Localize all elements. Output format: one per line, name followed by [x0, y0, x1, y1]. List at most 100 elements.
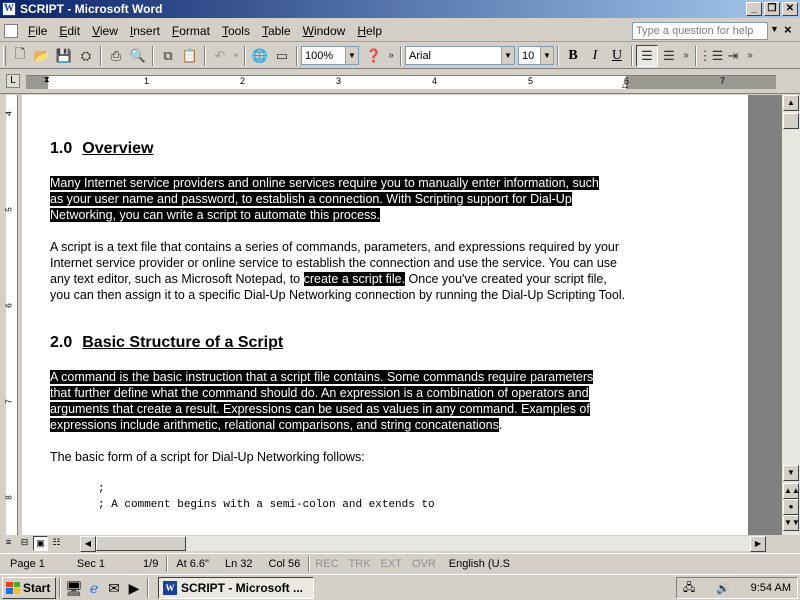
indent-icon[interactable]: ⇥ — [722, 45, 744, 67]
code-line: ; A comment begins with a semi-colon and… — [98, 499, 435, 511]
toolbar-grip[interactable] — [3, 45, 6, 66]
print-icon[interactable]: ⎙ — [105, 45, 127, 67]
status-rec[interactable]: REC — [310, 558, 343, 570]
menu-format[interactable]: Format — [166, 24, 216, 38]
media-player-icon[interactable]: ▶ — [124, 578, 144, 598]
word-task-icon: W — [163, 580, 177, 595]
scroll-left-icon[interactable]: ◀ — [80, 536, 96, 552]
toolbar-overflow-2-icon[interactable]: » — [680, 45, 692, 67]
status-ovr[interactable]: OVR — [407, 558, 441, 570]
outline-view-icon[interactable]: ☷ — [49, 536, 64, 551]
horizontal-ruler[interactable]: ⧗ △ 1 2 3 4 5 6 7 — [26, 75, 776, 89]
volume-icon[interactable]: 🔊 — [716, 582, 730, 595]
normal-view-icon[interactable]: ≡ — [1, 536, 16, 551]
menu-table[interactable]: Table — [256, 24, 297, 38]
copy-icon[interactable]: ⧉ — [157, 45, 179, 67]
print-layout-icon[interactable]: ▣ — [33, 536, 48, 551]
start-button[interactable]: Start — [2, 576, 56, 599]
horizontal-scroll-thumb[interactable] — [96, 536, 186, 551]
vruler-number: 6 — [4, 303, 14, 308]
document-icon[interactable] — [4, 23, 18, 38]
scroll-up-icon[interactable]: ▲ — [783, 95, 799, 111]
ruler-number: 7 — [720, 76, 726, 86]
undo-icon[interactable]: ↶ — [209, 45, 231, 67]
status-trk[interactable]: TRK — [344, 558, 376, 570]
toolbar-overflow-3-icon[interactable]: » — [744, 45, 756, 67]
document-page[interactable]: 1.0 Overview Many Internet service provid… — [22, 95, 748, 535]
ruler-number: 1 — [144, 76, 150, 86]
horizontal-scrollbar-row: ≡ ⊟ ▣ ☷ ◀ ▶ — [0, 535, 800, 552]
undo-dropdown-icon[interactable]: ▾ — [231, 45, 241, 67]
zoom-select[interactable]: 100% ▼ — [301, 46, 359, 65]
document-content[interactable]: 1.0 Overview Many Internet service provid… — [50, 141, 630, 513]
horizontal-scrollbar[interactable]: ◀ ▶ — [80, 536, 766, 552]
close-button[interactable]: ✕ — [782, 2, 798, 16]
italic-button[interactable]: I — [584, 48, 606, 64]
minimize-button[interactable]: _ — [746, 2, 762, 16]
help-dropdown-arrow-icon[interactable]: ▼ — [770, 24, 779, 34]
internet-explorer-icon[interactable]: ℯ — [84, 578, 104, 598]
document-close-icon[interactable]: × — [784, 22, 792, 37]
menu-tools[interactable]: Tools — [216, 24, 256, 38]
title-bar: W SCRIPT - Microsoft Word _ ❐ ✕ — [0, 0, 800, 18]
paragraph-script-definition: A script is a text file that contains a … — [50, 240, 626, 302]
status-ext[interactable]: EXT — [376, 558, 407, 570]
tab-selector-icon[interactable]: L — [6, 74, 20, 88]
clock[interactable]: 9:54 AM — [751, 582, 791, 594]
align-left-icon[interactable]: ☰ — [636, 44, 658, 67]
heading-basic-structure: 2.0 Basic Structure of a Script — [50, 334, 284, 351]
horizontal-ruler-row: L ⧗ △ 1 2 3 4 5 6 7 — [0, 70, 800, 94]
menu-view[interactable]: View — [86, 24, 124, 38]
align-center-icon[interactable]: ☰ — [658, 45, 680, 67]
help-question-input[interactable]: Type a question for help — [632, 22, 768, 40]
menu-edit[interactable]: Edit — [53, 24, 86, 38]
menu-help[interactable]: Help — [351, 24, 388, 38]
paste-icon[interactable]: 📋 — [179, 45, 201, 67]
toolbar: 🗋 📂 💾 ⛭ ⎙ 🔍 ⧉ 📋 ↶ ▾ 🌐 ▭ 100% ▼ ❓ » Arial… — [0, 43, 800, 69]
permission-icon[interactable]: ⛭ — [75, 45, 97, 67]
menu-insert[interactable]: Insert — [124, 24, 166, 38]
previous-page-icon[interactable]: ▲▲ — [783, 483, 800, 499]
ruler-number: 6 — [624, 76, 630, 86]
outlook-express-icon[interactable]: ✉ — [104, 578, 124, 598]
restore-button[interactable]: ❐ — [764, 2, 780, 16]
help-icon[interactable]: ❓ — [363, 45, 385, 67]
scroll-right-icon[interactable]: ▶ — [750, 536, 766, 552]
underline-button[interactable]: U — [606, 48, 628, 64]
word-app-icon[interactable]: W — [2, 2, 16, 16]
heading-overview: 1.0 Overview — [50, 140, 154, 157]
status-language[interactable]: English (U.S — [441, 558, 518, 570]
font-size-select[interactable]: 10 ▼ — [518, 46, 554, 65]
web-icon[interactable]: 🌐 — [249, 45, 271, 67]
open-folder-icon[interactable]: 📂 — [31, 45, 53, 67]
bullets-icon[interactable]: ⋮☰ — [699, 45, 724, 67]
bold-button[interactable]: B — [562, 48, 584, 64]
font-dropdown-icon[interactable]: ▼ — [501, 47, 514, 64]
left-indent-marker-icon[interactable]: ⧗ — [44, 75, 52, 89]
font-size-dropdown-icon[interactable]: ▼ — [540, 47, 553, 64]
toolbar-overflow-icon[interactable]: » — [385, 45, 397, 67]
zoom-dropdown-icon[interactable]: ▼ — [345, 47, 358, 64]
menu-file[interactable]: File — [22, 24, 53, 38]
table-icon[interactable]: ▭ — [271, 45, 293, 67]
font-select[interactable]: Arial ▼ — [405, 46, 515, 65]
status-page: Page 1 — [10, 557, 45, 570]
vruler-number: 7 — [4, 399, 14, 404]
next-page-icon[interactable]: ▼▼ — [783, 515, 800, 531]
network-icon[interactable]: 🖧 — [683, 579, 695, 598]
menu-window[interactable]: Window — [297, 24, 352, 38]
vertical-scroll-thumb[interactable] — [783, 113, 799, 129]
font-value: Arial — [409, 49, 432, 62]
print-preview-icon[interactable]: 🔍 — [127, 45, 149, 67]
show-desktop-icon[interactable]: 🖥 — [64, 578, 84, 598]
browse-object-icon[interactable]: ● — [783, 499, 799, 515]
vertical-scrollbar[interactable]: ▲ ▼ ▲▲ ● ▼▼ — [782, 95, 800, 535]
vruler-number: 8 — [4, 495, 14, 500]
zoom-value: 100% — [305, 49, 334, 62]
task-word-document[interactable]: W SCRIPT - Microsoft ... — [158, 576, 314, 599]
scroll-down-icon[interactable]: ▼ — [783, 465, 799, 481]
web-layout-icon[interactable]: ⊟ — [17, 536, 32, 551]
status-column: Col 56 — [268, 557, 301, 570]
new-document-icon[interactable]: 🗋 — [9, 45, 31, 67]
save-icon[interactable]: 💾 — [53, 45, 75, 67]
